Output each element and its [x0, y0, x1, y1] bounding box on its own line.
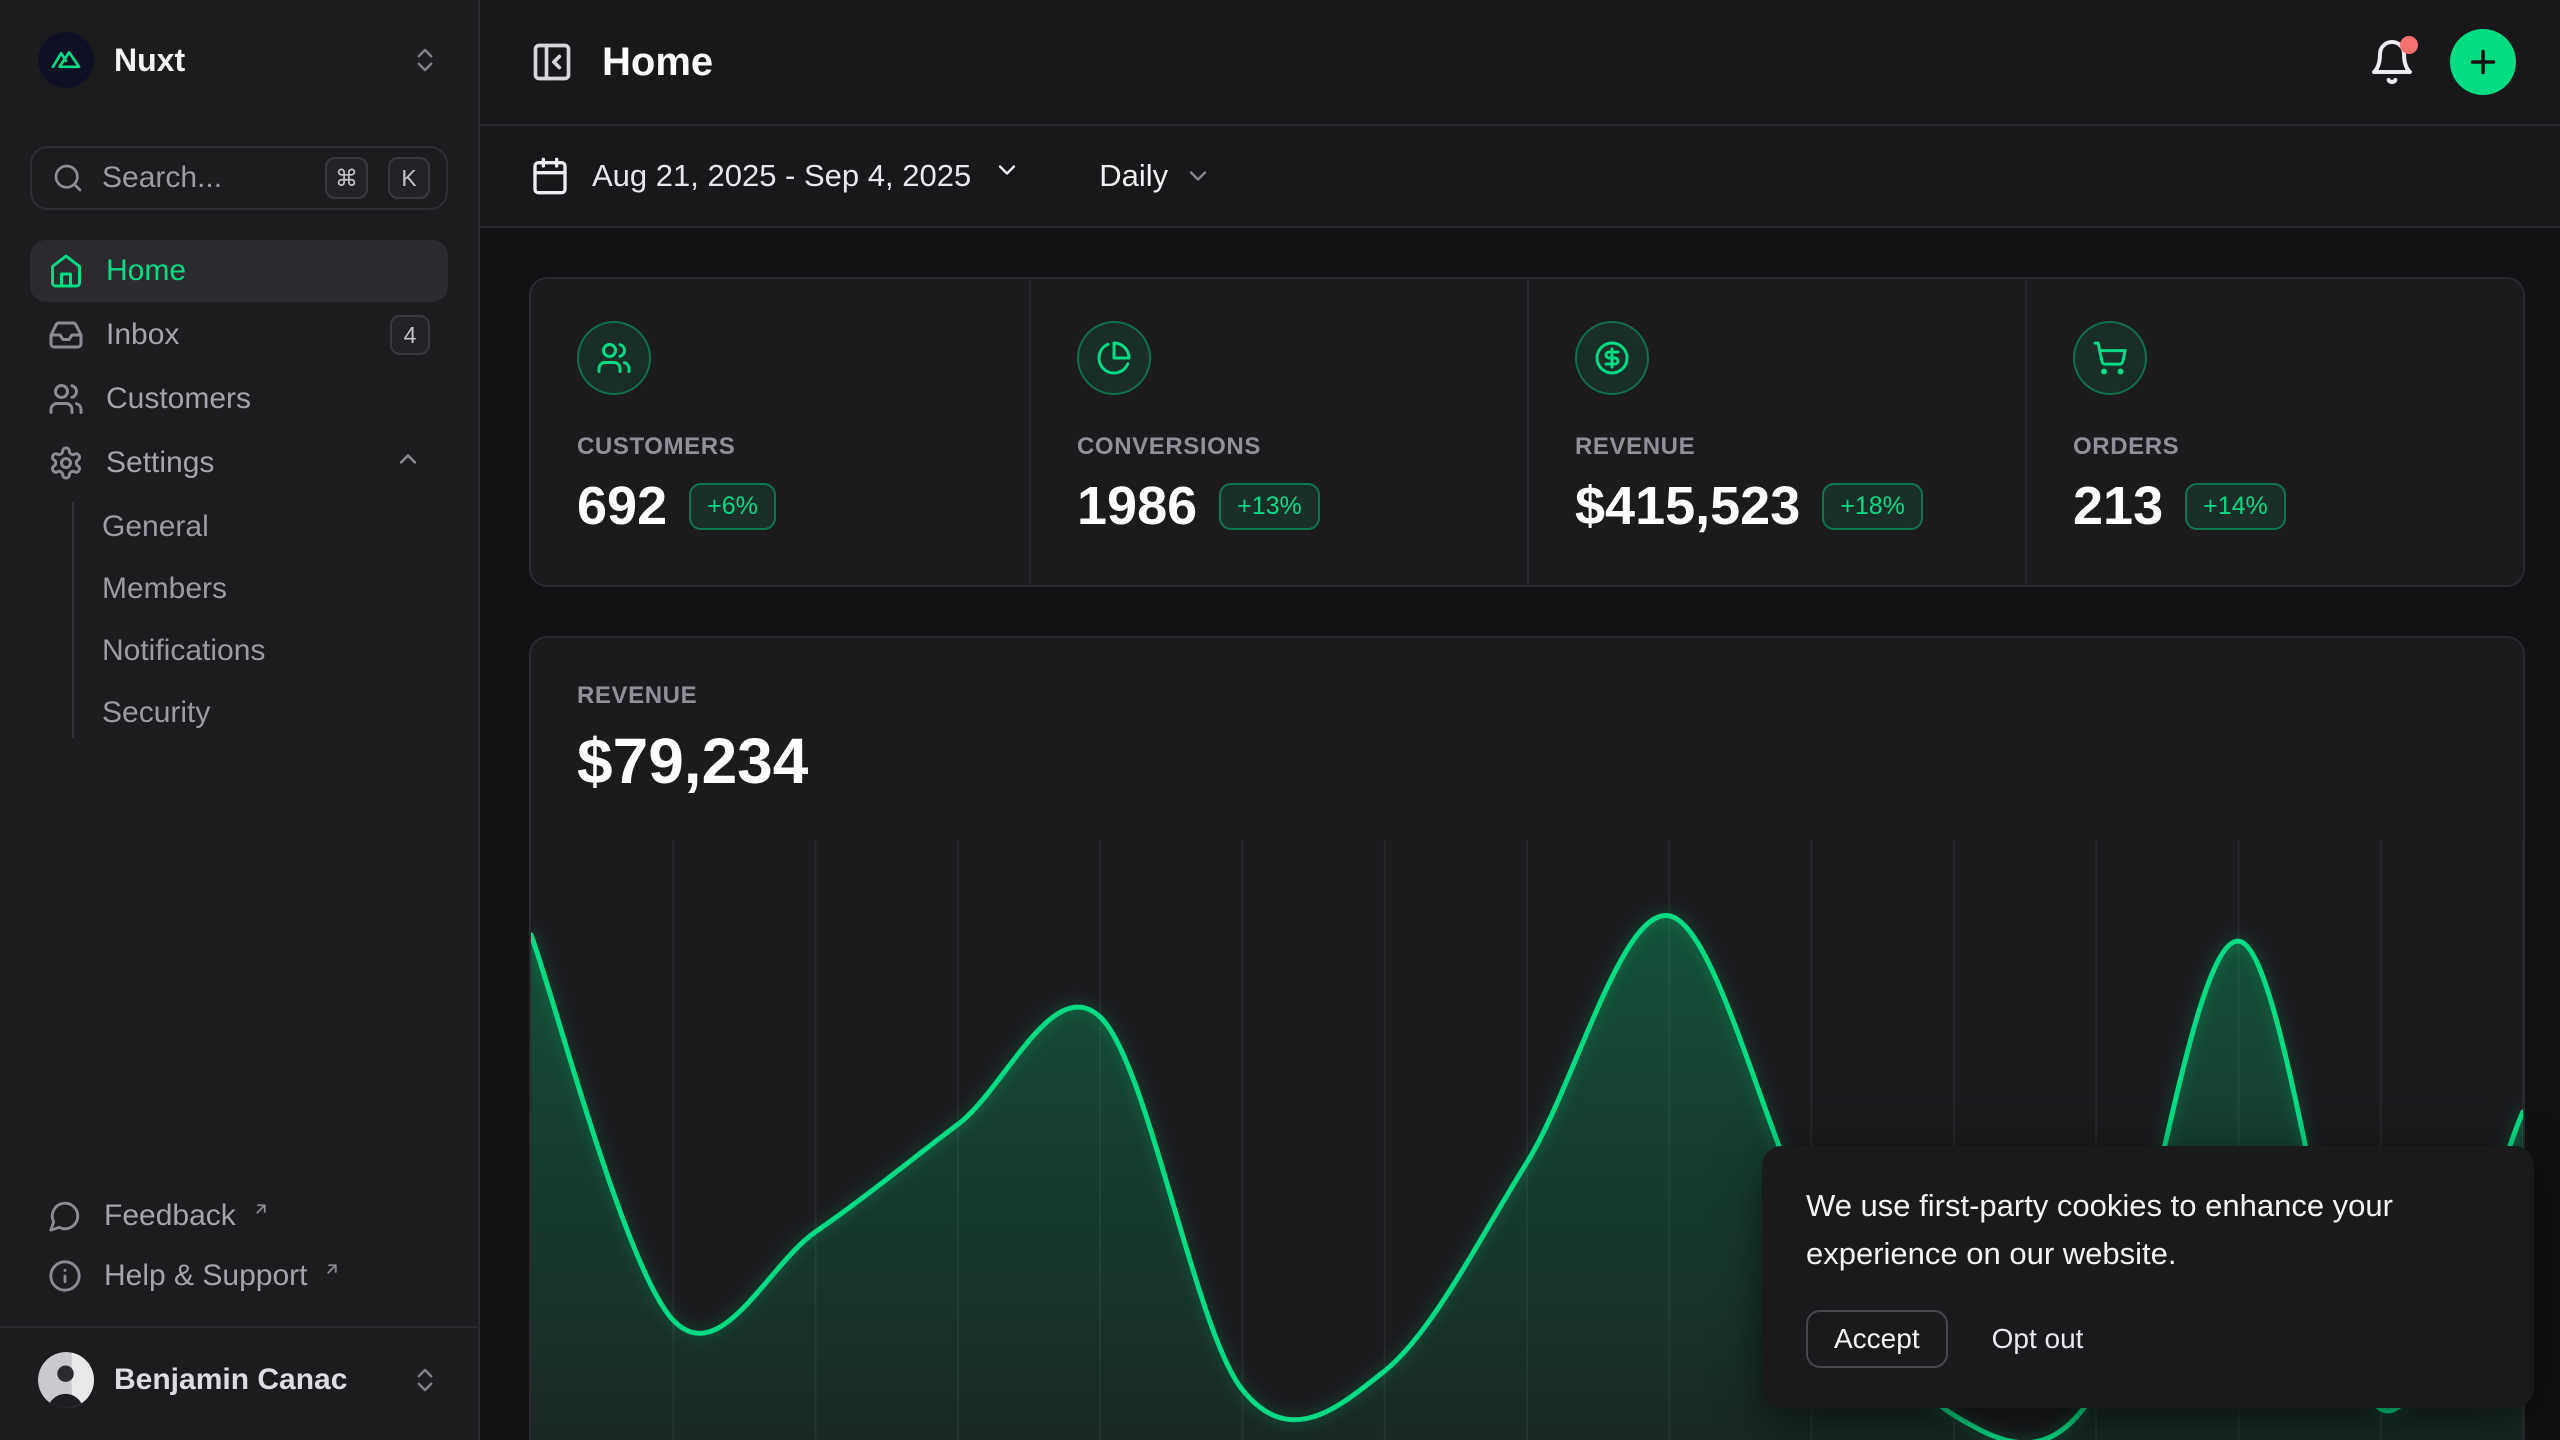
user-name: Benjamin Canac — [114, 1363, 390, 1397]
sidebar-item-label: Home — [106, 254, 430, 288]
sidebar-item-home[interactable]: Home — [30, 240, 448, 302]
sidebar-item-feedback[interactable]: Feedback — [30, 1186, 448, 1246]
user-menu[interactable]: Benjamin Canac — [30, 1336, 448, 1424]
cookie-message: We use first-party cookies to enhance yo… — [1806, 1182, 2490, 1278]
revenue-chart-label: REVENUE — [577, 682, 2477, 710]
chevron-down-icon — [993, 156, 1033, 196]
cookie-banner: We use first-party cookies to enhance yo… — [1762, 1146, 2534, 1408]
sidebar-item-label: Customers — [106, 382, 430, 416]
revenue-chart-value: $79,234 — [577, 724, 2477, 798]
foot-item-label: Feedback — [104, 1199, 236, 1233]
sidebar-item-label: Inbox — [106, 318, 368, 352]
add-button[interactable] — [2450, 29, 2516, 95]
sidebar-item-members[interactable]: Members — [102, 558, 448, 620]
users-icon — [48, 381, 84, 417]
panel-collapse-icon[interactable] — [530, 40, 574, 84]
stat-change-badge: +6% — [689, 483, 776, 530]
stat-label: CONVERSIONS — [1077, 433, 1481, 461]
notification-dot — [2400, 36, 2418, 54]
sidebar-item-label: Settings — [106, 446, 372, 480]
stat-card-customers: CUSTOMERS 692 +6% — [531, 279, 1029, 585]
stat-value: $415,523 — [1575, 475, 1800, 537]
sidebar-divider — [0, 1326, 478, 1328]
calendar-icon — [530, 156, 570, 196]
workspace-name: Nuxt — [114, 42, 390, 79]
stat-value: 692 — [577, 475, 667, 537]
filters-bar: Aug 21, 2025 - Sep 4, 2025 Daily — [480, 126, 2560, 228]
opt-out-button[interactable]: Opt out — [1988, 1312, 2088, 1366]
stat-value: 213 — [2073, 475, 2163, 537]
sidebar-item-general[interactable]: General — [102, 496, 448, 558]
interval-value: Daily — [1099, 158, 1168, 194]
chevrons-up-down-icon — [410, 45, 440, 75]
nuxt-logo-icon — [38, 32, 94, 88]
date-range-value: Aug 21, 2025 - Sep 4, 2025 — [592, 158, 971, 194]
topbar: Home — [480, 0, 2560, 126]
pie-chart-icon — [1077, 321, 1151, 395]
workspace-switcher[interactable]: Nuxt — [30, 26, 448, 94]
external-link-icon — [252, 1200, 270, 1218]
sidebar-footer: Feedback Help & Support — [30, 1186, 448, 1306]
sidebar-item-inbox[interactable]: Inbox 4 — [30, 304, 448, 366]
page-title: Home — [602, 40, 2368, 85]
sidebar-item-help-support[interactable]: Help & Support — [30, 1246, 448, 1306]
search-placeholder: Search... — [102, 161, 305, 195]
inbox-count-badge: 4 — [390, 315, 430, 355]
kbd-k: K — [388, 157, 430, 199]
sidebar-item-notifications[interactable]: Notifications — [102, 620, 448, 682]
shopping-cart-icon — [2073, 321, 2147, 395]
interval-select[interactable]: Daily — [1099, 158, 1212, 194]
stat-card-revenue: REVENUE $415,523 +18% — [1527, 279, 2025, 585]
settings-submenu: General Members Notifications Security — [30, 496, 448, 744]
sidebar-nav: Home Inbox 4 Customers Settings — [30, 240, 448, 746]
info-circle-icon — [48, 1259, 82, 1293]
search-input[interactable]: Search... ⌘ K — [30, 146, 448, 210]
stat-label: CUSTOMERS — [577, 433, 983, 461]
revenue-chart-header: REVENUE $79,234 — [531, 638, 2523, 798]
sidebar-item-customers[interactable]: Customers — [30, 368, 448, 430]
chevrons-up-down-icon — [410, 1365, 440, 1395]
stats-overview-card: CUSTOMERS 692 +6% CONVERSIONS 1986 +13% — [529, 277, 2525, 587]
notifications-bell-button[interactable] — [2368, 38, 2416, 86]
stat-change-badge: +13% — [1219, 483, 1320, 530]
home-icon — [48, 253, 84, 289]
inbox-icon — [48, 317, 84, 353]
external-link-icon — [323, 1260, 341, 1278]
stat-change-badge: +14% — [2185, 483, 2286, 530]
gear-icon — [48, 445, 84, 481]
chevron-down-icon — [1184, 162, 1212, 190]
stat-label: REVENUE — [1575, 433, 1979, 461]
stat-card-orders: ORDERS 213 +14% — [2025, 279, 2523, 585]
stat-label: ORDERS — [2073, 433, 2477, 461]
message-bubble-icon — [48, 1199, 82, 1233]
accept-button[interactable]: Accept — [1806, 1310, 1948, 1368]
foot-item-label: Help & Support — [104, 1259, 307, 1293]
circle-dollar-icon — [1575, 321, 1649, 395]
search-icon — [52, 162, 84, 194]
avatar — [38, 1352, 94, 1408]
cookie-actions: Accept Opt out — [1806, 1310, 2490, 1368]
sidebar: Nuxt Search... ⌘ K Home — [0, 0, 480, 1440]
sidebar-item-settings[interactable]: Settings — [30, 432, 448, 494]
stat-card-conversions: CONVERSIONS 1986 +13% — [1029, 279, 1527, 585]
sidebar-item-security[interactable]: Security — [102, 682, 448, 744]
stat-value: 1986 — [1077, 475, 1197, 537]
chevron-up-icon — [394, 445, 430, 481]
users-icon — [577, 321, 651, 395]
date-range-picker[interactable]: Aug 21, 2025 - Sep 4, 2025 — [530, 156, 1033, 196]
stat-change-badge: +18% — [1822, 483, 1923, 530]
kbd-command: ⌘ — [325, 157, 368, 199]
